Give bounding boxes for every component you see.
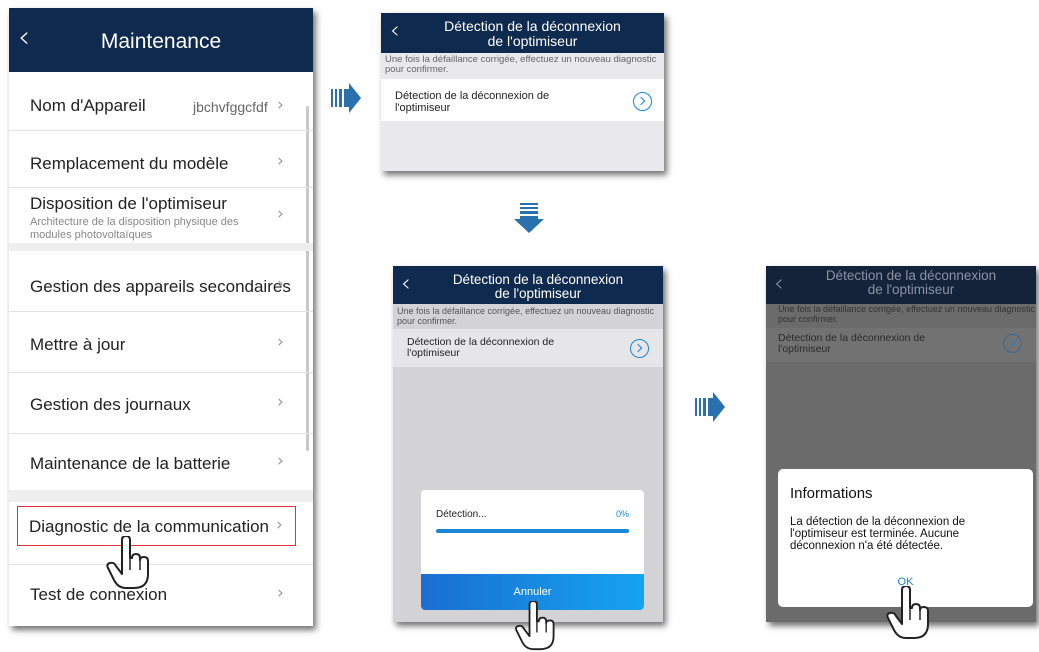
- arrow-right-icon: [695, 392, 725, 422]
- detection-item[interactable]: Détection de la déconnexion de l'optimis…: [766, 328, 1036, 362]
- chevron-right-icon: ›: [277, 332, 284, 352]
- page-title: Maintenance: [100, 30, 222, 53]
- dialog-message: La détection de la déconnexion de l'opti…: [790, 516, 966, 552]
- title-line: Détection de la déconnexion: [452, 272, 624, 287]
- detection-title: Détection de la déconnexion de l'optimis…: [411, 19, 654, 49]
- title-line: de l'optimiseur: [494, 286, 582, 301]
- progress-percent: 0%: [615, 509, 629, 519]
- list-item-sublabel: Architecture de la disposition physique …: [30, 216, 239, 241]
- chevron-right-icon: ›: [277, 392, 284, 412]
- detection-title: Détection de la déconnexion de l'optimis…: [794, 269, 1028, 297]
- title-line: de l'optimiseur: [487, 33, 578, 49]
- list-item-connection-test[interactable]: Test de connexion ›: [9, 565, 313, 626]
- detection-title: Détection de la déconnexion de l'optimis…: [421, 273, 655, 301]
- chevron-right-icon: ›: [276, 515, 283, 535]
- chevron-circle-icon[interactable]: [1003, 334, 1022, 353]
- section-gap: [9, 490, 313, 502]
- progress-dialog: Détection... 0% Annuler: [421, 490, 644, 610]
- detection-screen: ‹ Détection de la déconnexion de l'optim…: [381, 13, 664, 171]
- list-item-label: Nom d'Appareil: [30, 96, 146, 115]
- title-line: Détection de la déconnexion: [444, 18, 621, 34]
- hand-pointer-icon: [515, 601, 555, 651]
- arrow-down-icon: [514, 203, 544, 233]
- back-icon[interactable]: ‹: [401, 269, 411, 297]
- list-item-label: Maintenance de la batterie: [30, 454, 231, 473]
- list-item-communication-diagnostic[interactable]: Diagnostic de la communication ›: [17, 506, 296, 546]
- back-icon[interactable]: ‹: [774, 269, 784, 297]
- list-item-device-name[interactable]: Nom d'Appareil jbchvfggcfdf ›: [9, 72, 313, 130]
- title-line: Détection de la déconnexion: [825, 268, 997, 283]
- detection-header: ‹ Détection de la déconnexion de l'optim…: [381, 13, 664, 53]
- list-item-label: Mettre à jour: [30, 335, 126, 354]
- hand-pointer-icon: [106, 536, 149, 589]
- back-icon[interactable]: ‹: [390, 16, 400, 44]
- chevron-right-icon: ›: [277, 583, 284, 603]
- dimmed-header: ‹ Détection de la déconnexion de l'optim…: [766, 266, 1036, 304]
- title-line: de l'optimiseur: [867, 282, 955, 297]
- list-item-secondary-devices[interactable]: Gestion des appareils secondaires ›: [9, 251, 313, 311]
- list-item-optimizer-layout[interactable]: Disposition de l'optimiseur Architecture…: [9, 188, 313, 243]
- detection-item-label: Détection de la déconnexion de l'optimis…: [395, 90, 549, 114]
- list-item-logs[interactable]: Gestion des journaux ›: [9, 373, 313, 433]
- cancel-button-label: Annuler: [513, 586, 552, 598]
- list-item-label: Diagnostic de la communication: [29, 517, 270, 536]
- detection-item[interactable]: Détection de la déconnexion de l'optimis…: [393, 329, 663, 367]
- progress-screen: ‹ Détection de la déconnexion de l'optim…: [393, 266, 663, 622]
- dialog-title: Informations: [790, 485, 873, 502]
- item-line: l'optimiseur: [407, 347, 460, 359]
- chevron-right-icon: ›: [277, 95, 284, 115]
- detection-header: ‹ Détection de la déconnexion de l'optim…: [393, 266, 663, 304]
- maintenance-screen: ‹ Maintenance Nom d'Appareil jbchvfggcfd…: [9, 8, 313, 626]
- detection-item[interactable]: Détection de la déconnexion de l'optimis…: [381, 79, 664, 121]
- detection-item-label: Détection de la déconnexion de l'optimis…: [778, 333, 925, 355]
- chevron-right-icon: ›: [277, 204, 284, 224]
- list-item-label: Remplacement du modèle: [30, 154, 229, 173]
- result-screen: ‹ Détection de la déconnexion de l'optim…: [766, 266, 1036, 622]
- detection-hint: Une fois la défaillance corrigée, effect…: [397, 306, 655, 326]
- list-item-update[interactable]: Mettre à jour ›: [9, 312, 313, 372]
- section-gap: [9, 243, 313, 251]
- item-line: l'optimiseur: [395, 102, 451, 114]
- maintenance-header: ‹ Maintenance: [9, 8, 313, 72]
- detection-item-label: Détection de la déconnexion de l'optimis…: [407, 337, 554, 359]
- hand-pointer-icon: [886, 586, 929, 639]
- arrow-right-icon: [331, 83, 361, 113]
- list-item-label: Gestion des journaux: [30, 395, 191, 414]
- detection-hint: Une fois la défaillance corrigée, effect…: [385, 54, 657, 75]
- detection-hint: Une fois la défaillance corrigée, effect…: [778, 304, 1036, 324]
- device-name-value: jbchvfggcfdf: [193, 99, 268, 115]
- chevron-right-icon: ›: [277, 151, 284, 171]
- list-item-model-replacement[interactable]: Remplacement du modèle ›: [9, 131, 313, 187]
- chevron-right-icon: ›: [277, 451, 284, 471]
- progress-bar: [436, 529, 629, 533]
- item-line: Détection de la déconnexion de: [395, 90, 550, 102]
- chevron-circle-icon[interactable]: [630, 339, 649, 358]
- chevron-circle-icon[interactable]: [633, 92, 652, 111]
- progress-label: Détection...: [436, 509, 487, 520]
- item-line: l'optimiseur: [778, 343, 831, 355]
- chevron-right-icon: ›: [277, 274, 284, 294]
- list-item-label: Gestion des appareils secondaires: [30, 277, 291, 296]
- list-item-label: Disposition de l'optimiseur: [30, 194, 227, 213]
- list-item-battery-maintenance[interactable]: Maintenance de la batterie ›: [9, 434, 313, 490]
